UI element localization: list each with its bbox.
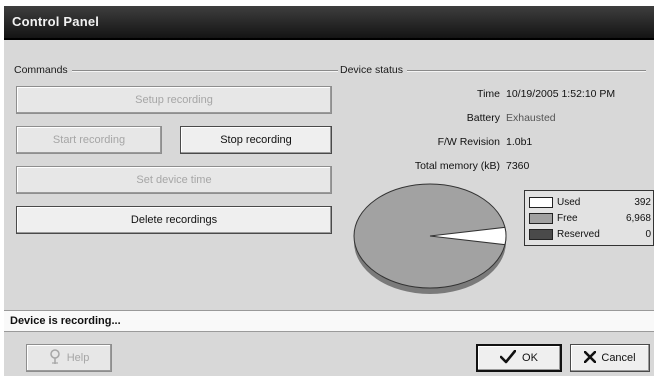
fw-revision-label: F/W Revision — [437, 136, 500, 148]
ok-label: OK — [522, 352, 538, 364]
legend-used-value: 392 — [634, 197, 651, 208]
battery-label: Battery — [466, 112, 500, 124]
help-icon — [49, 348, 61, 368]
legend-used-swatch — [529, 197, 553, 208]
window-title: Control Panel — [12, 14, 100, 29]
status-bar: Device is recording... — [4, 310, 654, 332]
legend-used-name: Used — [557, 197, 581, 208]
title-bar[interactable]: Control Panel — [4, 6, 654, 40]
legend-reserved: Reserved 0 — [529, 227, 651, 242]
battery-value: Exhausted — [506, 112, 556, 124]
total-memory-value: 7360 — [506, 160, 530, 172]
help-button[interactable]: Help — [26, 344, 112, 372]
ok-button[interactable]: OK — [476, 344, 562, 372]
start-recording-button[interactable]: Start recording — [16, 126, 162, 154]
legend-reserved-value: 0 — [645, 229, 651, 240]
time-label: Time — [477, 88, 500, 100]
stop-recording-label: Stop recording — [220, 134, 292, 146]
control-panel-window: Control Panel Commands Setup recording S… — [0, 0, 658, 380]
delete-recordings-label: Delete recordings — [130, 214, 218, 226]
legend-free-name: Free — [557, 213, 578, 224]
cancel-label: Cancel — [601, 352, 636, 364]
cancel-button[interactable]: Cancel — [570, 344, 650, 372]
legend-free-value: 6,968 — [625, 213, 651, 224]
set-device-time-label: Set device time — [136, 174, 212, 186]
total-memory-label: Total memory (kB) — [414, 160, 500, 172]
stop-recording-button[interactable]: Stop recording — [180, 126, 332, 154]
setup-recording-button[interactable]: Setup recording — [16, 86, 332, 114]
legend-free-swatch — [529, 213, 553, 224]
status-message: Device is recording... — [10, 315, 121, 327]
checkmark-icon — [499, 349, 517, 367]
legend-free: Free 6,968 — [529, 211, 651, 226]
legend-reserved-swatch — [529, 229, 553, 240]
memory-pie-chart — [353, 183, 507, 294]
help-label: Help — [66, 352, 90, 364]
delete-recordings-button[interactable]: Delete recordings — [16, 206, 332, 234]
setup-recording-label: Setup recording — [135, 94, 213, 106]
legend-used: Used 392 — [529, 195, 651, 210]
time-value: 10/19/2005 1:52:10 PM — [506, 88, 616, 100]
legend-reserved-name: Reserved — [557, 229, 600, 240]
close-icon — [584, 350, 597, 366]
commands-group-label: Commands — [14, 64, 72, 76]
device-status-group-label: Device status — [340, 64, 408, 76]
memory-legend: Used 392 Free 6,968 Reserved 0 — [524, 190, 654, 246]
start-recording-label: Start recording — [52, 134, 126, 146]
set-device-time-button[interactable]: Set device time — [16, 166, 332, 194]
control-panel-dialog: Control Panel Commands Setup recording S… — [4, 6, 654, 376]
fw-revision-value: 1.0b1 — [506, 136, 533, 148]
